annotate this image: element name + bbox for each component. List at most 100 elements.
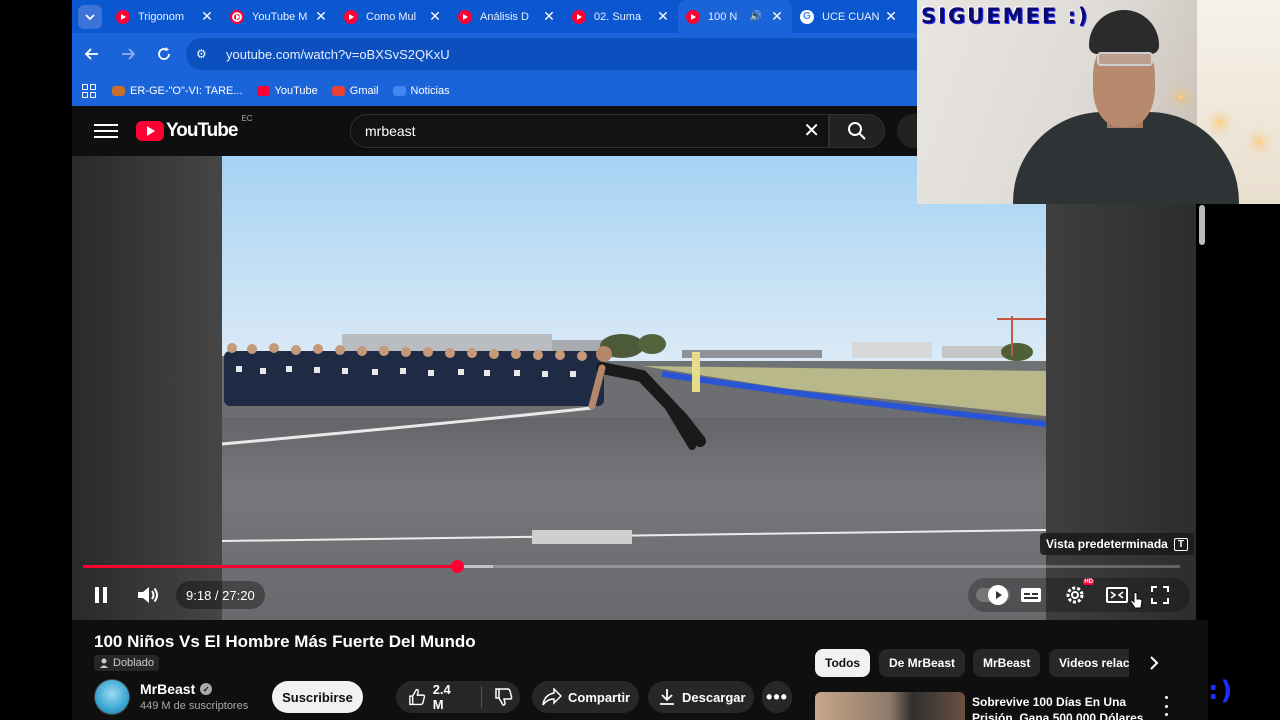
- subtitles-button[interactable]: [1018, 583, 1044, 607]
- mute-button[interactable]: [134, 583, 162, 607]
- search-input[interactable]: mrbeast ✕: [350, 114, 829, 148]
- close-icon[interactable]: ✕: [428, 8, 442, 25]
- theater-mode-icon: [1106, 587, 1128, 603]
- channel-name-row[interactable]: MrBeast ✓: [140, 681, 213, 697]
- more-horizontal-icon: •••: [766, 686, 788, 707]
- channel-avatar[interactable]: [94, 679, 130, 715]
- fullscreen-button[interactable]: [1148, 583, 1172, 607]
- news-icon: [392, 85, 406, 96]
- close-icon[interactable]: ✕: [656, 8, 670, 25]
- close-icon[interactable]: ✕: [884, 8, 898, 25]
- chevron-right-icon[interactable]: [1144, 652, 1164, 674]
- played-bar: [83, 565, 458, 568]
- browser-toolbar: ⚙ youtube.com/watch?v=oBXSvS2QKxU: [72, 33, 917, 75]
- video-frame[interactable]: [222, 156, 1046, 620]
- bookmark-label: Gmail: [349, 84, 379, 97]
- apps-grid-icon[interactable]: [82, 83, 96, 98]
- like-button[interactable]: 2.4 M: [408, 682, 463, 712]
- download-button[interactable]: Descargar: [648, 681, 754, 713]
- browser-tab[interactable]: 02. Suma ✕: [564, 0, 678, 33]
- arrow-right-icon: [122, 48, 135, 60]
- settings-button[interactable]: HD: [1062, 579, 1094, 607]
- chip-related[interactable]: Videos relac: [1049, 649, 1129, 677]
- youtube-header: YouTube EC mrbeast ✕: [72, 106, 917, 156]
- tooltip-key: T: [1173, 537, 1188, 551]
- clear-search-icon[interactable]: ✕: [803, 121, 820, 141]
- bookmark-item[interactable]: YouTube: [256, 84, 318, 97]
- play-icon: [988, 585, 1008, 605]
- logo-text: YouTube: [166, 120, 238, 141]
- download-icon: [658, 688, 676, 706]
- bookmark-item[interactable]: Gmail: [331, 84, 379, 97]
- chip-from-channel[interactable]: De MrBeast: [879, 649, 966, 677]
- browser-tab[interactable]: Trigonom ✕: [108, 0, 222, 33]
- recommendation-title[interactable]: Sobrevive 100 Días En Una Prisión, Gana …: [972, 694, 1152, 720]
- tooltip-text: Vista predeterminada: [1046, 537, 1168, 551]
- seek-bar[interactable]: [83, 560, 1180, 573]
- browser-tab-active[interactable]: 100 N 🔊 ✕: [678, 0, 792, 33]
- thumbs-down-icon: [495, 688, 513, 706]
- browser-tab[interactable]: Análisis D ✕: [450, 0, 564, 33]
- back-button[interactable]: [76, 38, 108, 70]
- verified-icon: ✓: [200, 683, 213, 695]
- more-vertical-icon[interactable]: [1160, 696, 1172, 716]
- bookmark-item[interactable]: Noticias: [392, 85, 450, 97]
- page-scrollbar[interactable]: [1199, 205, 1205, 245]
- speaker-icon[interactable]: 🔊: [750, 11, 762, 22]
- close-icon[interactable]: ✕: [200, 8, 214, 25]
- like-dislike-group: 2.4 M: [396, 681, 520, 713]
- tab-title: YouTube M: [252, 10, 308, 23]
- close-icon[interactable]: ✕: [770, 8, 784, 25]
- browser-tab[interactable]: UCE CUAN ✕: [792, 0, 906, 33]
- site-settings-icon[interactable]: ⚙: [196, 47, 216, 61]
- pause-button[interactable]: [90, 583, 112, 607]
- reload-icon: [158, 47, 170, 60]
- youtube-logo[interactable]: YouTube EC: [136, 114, 253, 142]
- reload-button[interactable]: [148, 38, 180, 70]
- bookmarks-bar: ER-GE-"O"-VI: TARE... YouTube Gmail Noti…: [72, 75, 917, 106]
- scrubber-handle[interactable]: [451, 560, 465, 573]
- browser-tab[interactable]: Como Mul ✕: [336, 0, 450, 33]
- arrow-left-icon: [85, 48, 98, 60]
- address-bar[interactable]: ⚙ youtube.com/watch?v=oBXSvS2QKxU: [186, 38, 917, 70]
- volume-icon: [138, 587, 158, 603]
- forward-button[interactable]: [112, 38, 144, 70]
- chip-channel[interactable]: MrBeast: [973, 649, 1041, 677]
- search-icon: [848, 122, 866, 140]
- tab-title: Como Mul: [366, 10, 417, 23]
- more-actions-button[interactable]: •••: [762, 681, 792, 713]
- close-icon[interactable]: ✕: [314, 8, 328, 25]
- person-voice-icon: [100, 658, 108, 668]
- divider: [481, 686, 482, 708]
- bookmark-label: YouTube: [274, 84, 318, 97]
- region-code: EC: [241, 114, 253, 123]
- recommendation-thumbnail[interactable]: [815, 692, 965, 720]
- autoplay-toggle[interactable]: [974, 583, 1012, 607]
- tab-title: UCE CUAN: [822, 10, 880, 23]
- browser-tab[interactable]: YouTube M ✕: [222, 0, 336, 33]
- bookmark-item[interactable]: ER-GE-"O"-VI: TARE...: [112, 85, 243, 97]
- webcam-caption: SIGUEMEE :): [921, 4, 1090, 28]
- chip-all[interactable]: Todos: [815, 649, 871, 677]
- theater-mode-button[interactable]: [1104, 583, 1130, 607]
- dubbed-badge: Doblado: [94, 655, 159, 671]
- subtitles-icon: [1021, 588, 1041, 602]
- share-button[interactable]: Compartir: [532, 681, 639, 713]
- voice-search-button[interactable]: [897, 114, 917, 148]
- gear-icon: [1066, 586, 1084, 604]
- dubbed-label: Doblado: [113, 657, 154, 669]
- fairy-light: [1179, 95, 1183, 99]
- dislike-button[interactable]: [494, 687, 514, 707]
- webcam-overlay: SIGUEMEE :): [917, 0, 1280, 204]
- search-button[interactable]: [829, 114, 885, 148]
- left-margin: [0, 0, 72, 720]
- youtube-favicon-icon: [344, 9, 358, 24]
- youtube-favicon-icon: [572, 9, 586, 24]
- bookmark-favicon-icon: [112, 85, 125, 96]
- tab-search-button[interactable]: [78, 4, 102, 29]
- menu-icon[interactable]: [94, 120, 118, 142]
- subscribe-button[interactable]: Suscribirse: [272, 681, 363, 713]
- fairy-light: [1217, 120, 1222, 125]
- hd-badge: HD: [1083, 579, 1094, 585]
- close-icon[interactable]: ✕: [542, 8, 556, 25]
